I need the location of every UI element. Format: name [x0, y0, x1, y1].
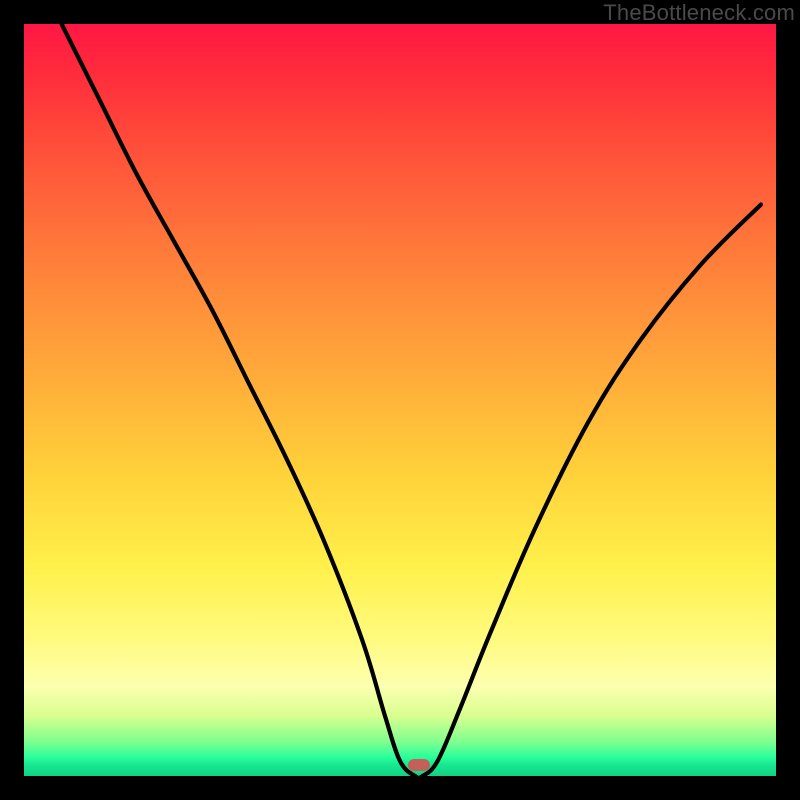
chart-container: TheBottleneck.com	[0, 0, 800, 800]
watermark-text: TheBottleneck.com	[603, 0, 795, 26]
optimal-point-marker	[408, 759, 430, 771]
bottleneck-curve	[24, 24, 776, 776]
